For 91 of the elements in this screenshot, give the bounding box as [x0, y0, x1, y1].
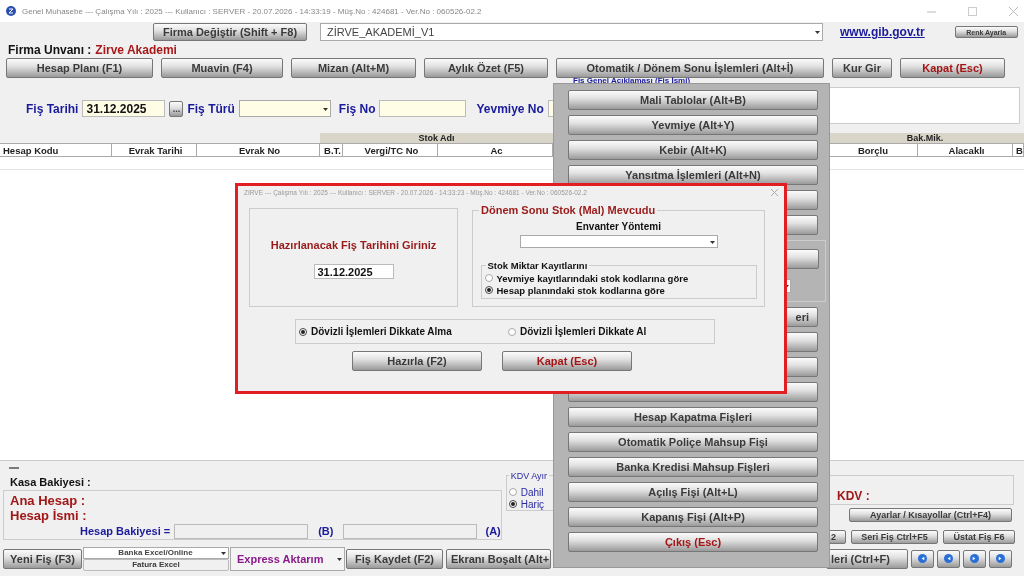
small-button[interactable]: Seri Fiş Ctrl+F5: [851, 529, 938, 544]
column-header: Vergi/TC No: [343, 143, 438, 157]
bank-excel-select[interactable]: Banka Excel/Online: [83, 546, 229, 559]
radio-label: Yevmiye kayıtlarındaki stok kodlarına göre: [496, 272, 689, 284]
account-name-label: Hesap İsmi :: [10, 508, 88, 523]
close-icon[interactable]: [771, 189, 778, 196]
filter-button[interactable]: leri (Ctrl+F): [826, 548, 908, 569]
radio-button[interactable]: [484, 274, 493, 282]
method-label: Envanter Yöntemi: [576, 221, 661, 232]
nav-button[interactable]: [963, 549, 986, 568]
menu-button[interactable]: Otomatik Poliçe Mahsup Fişi: [568, 432, 818, 452]
radio-label: Dövizli İşlemleri Dikkate Al: [520, 326, 647, 337]
close-icon[interactable]: [1009, 6, 1018, 16]
clear-screen-button[interactable]: Ekranı Boşalt (Alt+: [446, 548, 551, 569]
account-balance-label: Hesap Bakiyesi =: [80, 525, 171, 537]
company-select[interactable]: ZİRVE_AKADEMİ_V1: [320, 23, 823, 41]
express-transfer-select[interactable]: Express Aktarım: [230, 546, 345, 571]
radio-label: Hariç: [520, 498, 545, 510]
nav-button[interactable]: [911, 549, 934, 568]
settings-button[interactable]: Ayarlar / Kısayollar (Ctrl+F4): [849, 508, 1012, 522]
radio-label: Hesap planındaki stok kodlarına göre: [496, 284, 665, 296]
voucher-no-field[interactable]: [379, 100, 467, 117]
radio-button[interactable]: [299, 327, 307, 336]
arrow-circle-icon: [996, 554, 1005, 563]
column-header: B: [1013, 143, 1024, 157]
dialog-button[interactable]: Kapat (Esc): [502, 351, 632, 371]
a-label: (A): [485, 525, 501, 537]
kdv-group-label: KDV Ayır: [508, 471, 550, 481]
radio-button[interactable]: [508, 500, 517, 508]
menu-button[interactable]: Banka Kredisi Mahsup Fişleri: [568, 457, 818, 477]
toolbar-button[interactable]: Aylık Özet (F5): [424, 57, 548, 78]
method-select[interactable]: [519, 235, 718, 248]
menu-button[interactable]: Hesap Kapatma Fişleri: [568, 407, 818, 427]
menu-button[interactable]: Mali Tablolar (Alt+B): [568, 90, 818, 110]
radio-label: Dövizli İşlemleri Dikkate Alma: [311, 326, 452, 337]
arrow-circle-icon: [944, 554, 953, 563]
radio-button[interactable]: [508, 488, 517, 496]
toolbar-button[interactable]: Otomatik / Dönem Sonu İşlemleri (Alt+İ): [556, 57, 824, 78]
voucher-date-field[interactable]: 31.12.2025: [82, 100, 166, 117]
column-header: Evrak Tarihi: [112, 143, 197, 157]
toolbar-button[interactable]: Muavin (F4): [161, 57, 283, 78]
main-account-label: Ana Hesap :: [10, 493, 87, 508]
column-band: Stok Adı: [320, 133, 553, 143]
menu-button[interactable]: Kebir (Alt+K): [568, 140, 818, 160]
new-voucher-button[interactable]: Yeni Fiş (F3): [3, 548, 82, 569]
change-company-button[interactable]: Firma Değiştir (Shift + F8): [153, 23, 307, 41]
menu-button[interactable]: Kapanış Fişi (Alt+P): [568, 507, 818, 527]
records-group-label: Stok Miktar Kayıtlarını: [485, 260, 590, 271]
column-header: Alacaklı: [918, 143, 1013, 157]
arrow-circle-icon: [918, 554, 927, 563]
browse-button[interactable]: ...: [169, 100, 184, 117]
voucher-type-select[interactable]: [238, 100, 331, 117]
date-prompt: Hazırlanacak Fiş Tarihini Giriniz: [270, 239, 437, 251]
nav-button[interactable]: [937, 549, 960, 568]
voucher-type-label: Fiş Türü: [187, 101, 235, 116]
journal-no-label: Yevmiye No: [476, 101, 544, 116]
maximize-icon[interactable]: [968, 6, 977, 16]
voucher-no-label: Fiş No: [338, 101, 376, 116]
column-header: Evrak No: [197, 143, 320, 157]
date-field[interactable]: 31.12.2025: [313, 264, 394, 279]
radio-button[interactable]: [484, 286, 493, 294]
company-title-value: Zirve Akademi: [95, 42, 177, 57]
column-header: Ac: [438, 143, 553, 157]
kdv-label: KDV :: [837, 489, 870, 503]
radio-label: Dahil: [520, 486, 544, 498]
toolbar-button[interactable]: Hesap Planı (F1): [6, 57, 153, 78]
menu-button[interactable]: Yevmiye (Alt+Y): [568, 115, 818, 135]
save-voucher-button[interactable]: Fiş Kaydet (F2): [346, 548, 443, 569]
grip-icon[interactable]: [9, 465, 19, 471]
caret-icon: [815, 28, 820, 36]
menu-button[interactable]: Açılış Fişi (Alt+L): [568, 482, 818, 502]
cash-balance-label: Kasa Bakiyesi :: [10, 476, 92, 488]
column-header: B.T.: [320, 143, 343, 157]
website-link[interactable]: www.gib.gov.tr: [840, 25, 925, 39]
stock-group-label: Dönem Sonu Stok (Mal) Mevcudu: [479, 204, 658, 216]
menu-button[interactable]: Çıkış (Esc): [568, 532, 818, 552]
company-title-label: Firma Unvanı :: [8, 42, 92, 57]
menu-button[interactable]: Yansıtma İşlemleri (Alt+N): [568, 165, 818, 185]
app-icon: [6, 6, 16, 16]
b-label: (B): [318, 525, 334, 537]
toolbar-button[interactable]: Kapat (Esc): [900, 57, 1005, 78]
window-title: Genel Muhasebe --- Çalışma Yılı : 2025 --- Kullanıcı : SERVER - 20.07.2026 - 14:33:19 - Müş.No : 424681 - Ver.No : 060526-02.2: [22, 6, 483, 16]
nav-button[interactable]: [989, 549, 1012, 568]
small-button[interactable]: Üstat Fiş F6: [943, 529, 1015, 544]
voucher-date-label: Fiş Tarihi: [26, 101, 79, 116]
radio-button[interactable]: [508, 327, 516, 336]
dialog-button[interactable]: Hazırla (F2): [352, 351, 482, 371]
toolbar-button[interactable]: Kur Gir: [832, 57, 892, 78]
arrow-circle-icon: [970, 554, 979, 563]
toolbar-button[interactable]: Mizan (Alt+M): [291, 57, 416, 78]
column-header: Hesap Kodu: [0, 143, 112, 157]
